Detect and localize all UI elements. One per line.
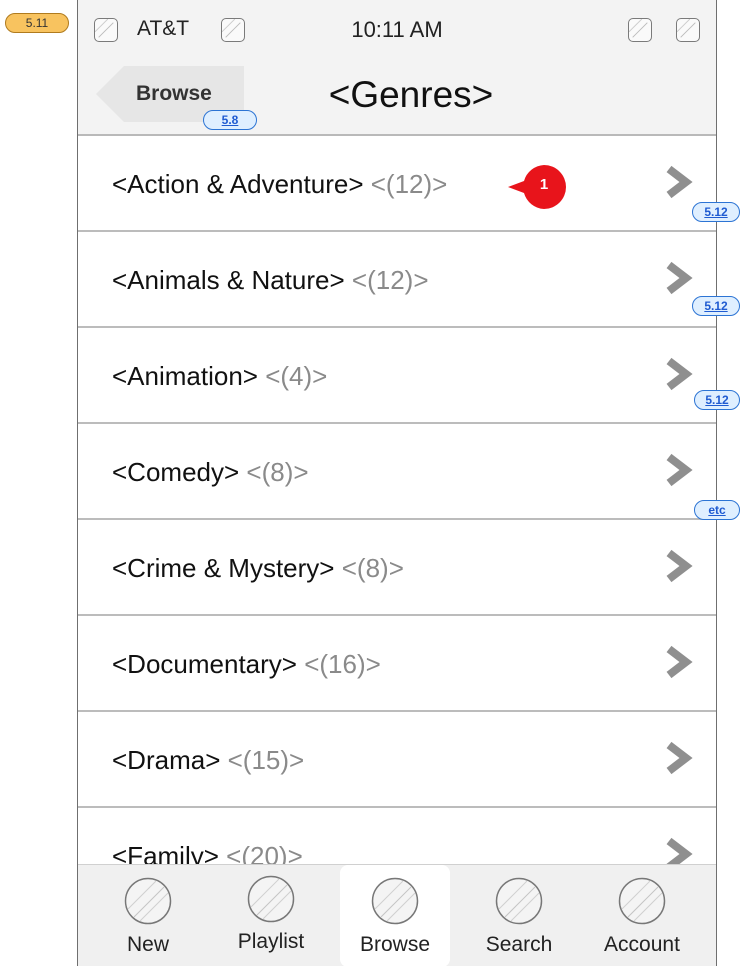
tab-new[interactable]: New: [93, 865, 203, 966]
page-title: <Genres>: [328, 74, 494, 115]
genre-name: <Comedy>: [112, 457, 240, 487]
genre-name: <Drama>: [112, 745, 221, 775]
tab-label: Browse: [359, 933, 431, 956]
clock-time: 10:11 AM: [351, 17, 443, 42]
account-icon: [618, 877, 666, 925]
genre-list: <Action & Adventure> <(12)> <Animals & N…: [78, 136, 716, 864]
tab-account[interactable]: Account: [587, 865, 697, 966]
tab-playlist[interactable]: Playlist: [216, 865, 326, 966]
row-link-tag[interactable]: etc: [694, 500, 740, 520]
phone-frame: AT&T 10:11 AM Browse <Genres> <Action & …: [77, 0, 717, 966]
genre-name: <Animals & Nature>: [112, 265, 345, 295]
back-link-tag[interactable]: 5.8: [203, 110, 257, 130]
chevron-right-icon: [666, 549, 693, 583]
genre-row[interactable]: <Animation> <(4)>: [78, 328, 716, 424]
screen-id-tag: 5.11: [5, 13, 69, 33]
genre-name: <Animation>: [112, 361, 258, 391]
row-link-tag[interactable]: 5.12: [694, 390, 740, 410]
genre-count: <(8)>: [341, 553, 404, 583]
genre-count: <(20)>: [226, 841, 303, 864]
location-icon: [628, 18, 652, 42]
genre-name: <Action & Adventure>: [112, 169, 364, 199]
genre-count: <(16)>: [304, 649, 381, 679]
genre-row[interactable]: <Crime & Mystery> <(8)>: [78, 520, 716, 616]
chevron-right-icon: [666, 453, 693, 487]
genre-row[interactable]: <Comedy> <(8)>: [78, 424, 716, 520]
genre-row[interactable]: <Action & Adventure> <(12)>: [78, 136, 716, 232]
genre-row[interactable]: <Drama> <(15)>: [78, 712, 716, 808]
row-link-tag[interactable]: 5.12: [692, 296, 740, 316]
genre-count: <(12)>: [351, 265, 429, 295]
tab-label: Search: [485, 933, 553, 956]
chevron-right-icon: [666, 645, 693, 679]
genre-name: <Family>: [112, 841, 219, 864]
tab-label: Account: [604, 933, 680, 956]
chevron-right-icon: [666, 357, 693, 391]
chevron-right-icon: [666, 261, 693, 295]
genre-count: <(15)>: [227, 745, 305, 775]
playlist-icon: [247, 875, 295, 923]
search-icon: [495, 877, 543, 925]
genre-row[interactable]: <Animals & Nature> <(12)>: [78, 232, 716, 328]
genre-row[interactable]: <Documentary> <(16)>: [78, 616, 716, 712]
genre-row[interactable]: <Family> <(20)>: [78, 808, 716, 864]
genre-count: <(4)>: [265, 361, 328, 391]
genre-name: <Crime & Mystery>: [112, 553, 335, 583]
genre-count: <(12)>: [370, 169, 448, 199]
chevron-right-icon: [666, 837, 693, 864]
chevron-right-icon: [666, 165, 693, 199]
battery-icon: [676, 18, 700, 42]
tab-search[interactable]: Search: [464, 865, 574, 966]
tab-label: Playlist: [237, 930, 305, 953]
chevron-right-icon: [666, 741, 693, 775]
genre-count: <(8)>: [246, 457, 309, 487]
tab-bar: New Playlist Browse Search Account: [78, 864, 716, 966]
status-bar: AT&T 10:11 AM: [78, 0, 716, 63]
callout-number: 1: [539, 176, 549, 193]
browse-icon: [371, 877, 419, 925]
tab-browse[interactable]: Browse: [340, 865, 450, 966]
new-icon: [124, 877, 172, 925]
tab-label: New: [126, 933, 169, 956]
row-link-tag[interactable]: 5.12: [692, 202, 740, 222]
genre-name: <Documentary>: [112, 649, 297, 679]
